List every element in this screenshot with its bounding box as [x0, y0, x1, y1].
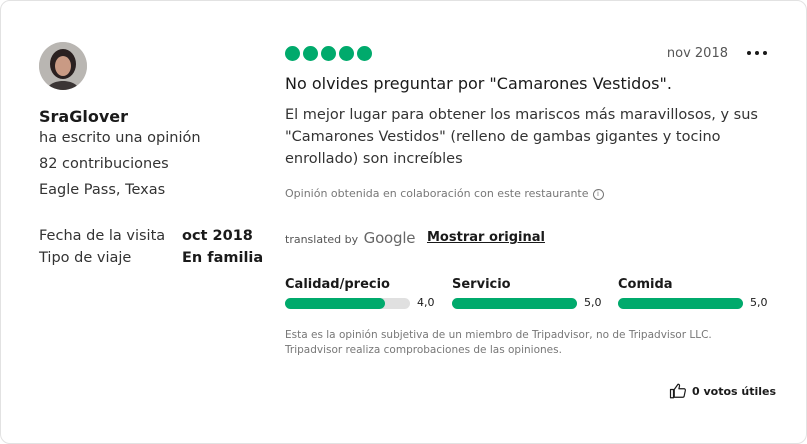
collab-note-text: Opinión obtenida en colaboración con est…	[285, 187, 589, 200]
translated-by: translated by Google	[285, 229, 416, 247]
rating-bubble	[321, 46, 336, 61]
review-body: El mejor lugar para obtener los mariscos…	[285, 107, 758, 167]
review-card: SraGlover ha escrito una opinión 82 cont…	[0, 0, 807, 444]
review-date: nov 2018	[666, 46, 728, 61]
translated-by-text: translated by	[285, 233, 359, 246]
tripadvisor-disclaimer: Esta es la opinión subjetiva de un miemb…	[285, 329, 712, 356]
rating-bubble	[303, 46, 318, 61]
reviewer-name[interactable]: SraGlover	[39, 107, 128, 126]
avatar[interactable]	[39, 42, 87, 90]
info-icon[interactable]: i	[592, 189, 604, 200]
subrating-bar	[285, 298, 410, 309]
subrating-label: Servicio	[452, 277, 511, 292]
rating-bubbles	[285, 46, 372, 61]
collab-note: Opinión obtenida en colaboración con est…	[285, 187, 604, 200]
google-logo: Google	[363, 229, 416, 247]
subrating-bar	[452, 298, 577, 309]
rating-bubble	[339, 46, 354, 61]
user-avatar-photo-icon	[39, 42, 87, 90]
reviewer-location: Eagle Pass, Texas	[39, 182, 166, 198]
subrating-food: Comida 5,0	[618, 277, 768, 309]
subrating-label: Comida	[618, 277, 673, 292]
subrating-number: 5,0	[584, 296, 602, 309]
trip-type-value: En familia	[182, 250, 264, 266]
helpful-votes-button[interactable]: 0 votos útiles	[669, 381, 776, 401]
visit-date-label: Fecha de la visita	[39, 228, 166, 244]
visit-date-value: oct 2018	[182, 228, 253, 244]
subrating-bar-fill	[285, 298, 385, 309]
subrating-bar	[618, 298, 743, 309]
trip-type-label: Tipo de viaje	[39, 250, 132, 266]
review-title[interactable]: No olvides preguntar por "Camarones Vest…	[285, 74, 672, 93]
helpful-votes-label: 0 votos útiles	[692, 384, 777, 398]
reviewer-action: ha escrito una opinión	[39, 130, 201, 146]
thumbs-up-icon	[669, 383, 686, 399]
rating-bubble	[285, 46, 300, 61]
rating-bubble	[357, 46, 372, 61]
reviewer-contributions: 82 contribuciones	[39, 156, 169, 172]
subrating-label: Calidad/precio	[285, 277, 390, 292]
subrating-value: Calidad/precio 4,0	[285, 277, 435, 309]
show-original-link[interactable]: Mostrar original	[427, 230, 545, 245]
subrating-bar-fill	[618, 298, 743, 309]
subrating-bar-fill	[452, 298, 577, 309]
subrating-number: 4,0	[417, 296, 435, 309]
subrating-number: 5,0	[750, 296, 768, 309]
subrating-service: Servicio 5,0	[452, 277, 602, 309]
more-options-icon[interactable]	[746, 45, 768, 61]
